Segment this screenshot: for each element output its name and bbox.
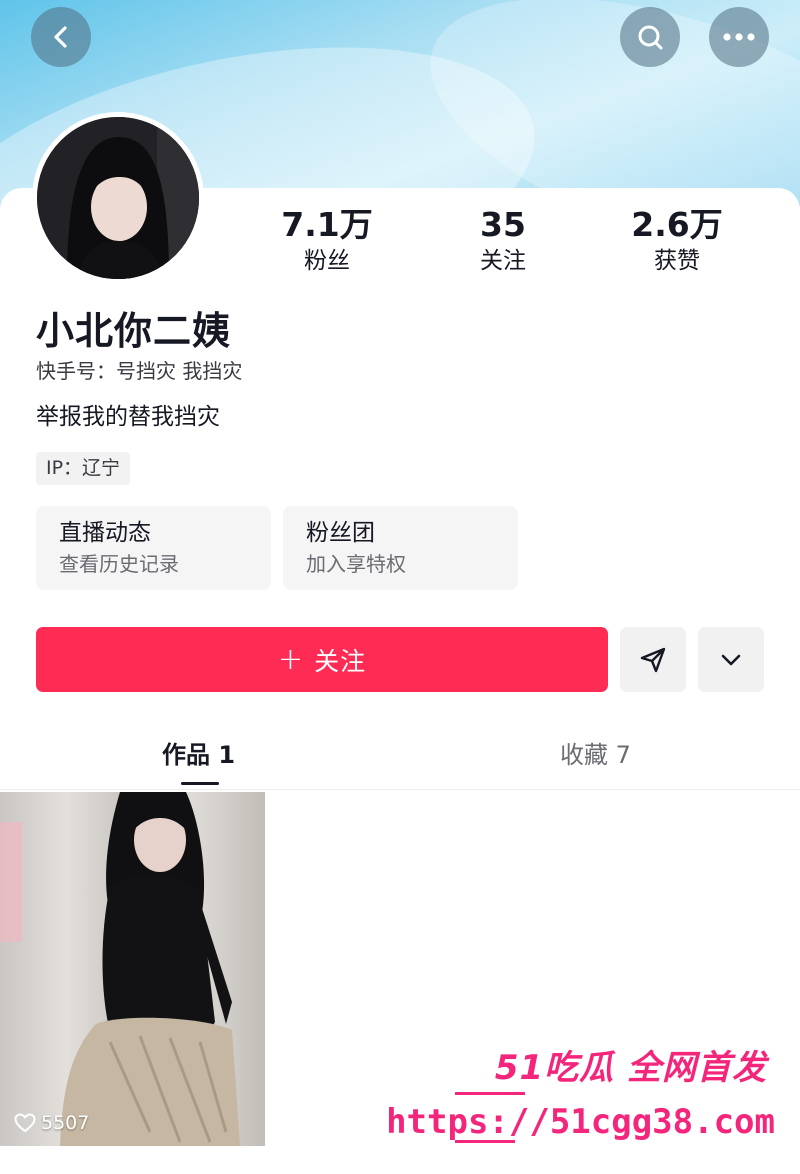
chevron-down-icon bbox=[721, 654, 741, 665]
tab-works[interactable]: 作品 1 bbox=[162, 738, 235, 772]
heart-outline-icon bbox=[14, 1113, 36, 1133]
feature-title: 粉丝团 bbox=[306, 520, 375, 546]
more-dots-icon bbox=[723, 33, 755, 41]
stat-value: 2.6万 bbox=[631, 205, 723, 244]
ip-location-tag: IP：辽宁 bbox=[36, 452, 131, 485]
stat-followers[interactable]: 7.1万 粉丝 bbox=[252, 205, 402, 277]
video-thumbnail[interactable]: 5507 bbox=[0, 792, 265, 1146]
stat-likes[interactable]: 2.6万 获赞 bbox=[602, 205, 752, 277]
stat-label: 关注 bbox=[480, 248, 526, 274]
live-history-card[interactable]: 直播动态 查看历史记录 bbox=[36, 506, 271, 590]
stat-following[interactable]: 35 关注 bbox=[428, 205, 578, 277]
search-button[interactable] bbox=[620, 7, 680, 67]
expand-button[interactable] bbox=[698, 627, 764, 692]
fan-club-card[interactable]: 粉丝团 加入享特权 bbox=[283, 506, 518, 590]
feature-title: 直播动态 bbox=[59, 520, 151, 546]
send-message-button[interactable] bbox=[620, 627, 686, 692]
stat-value: 7.1万 bbox=[281, 205, 373, 244]
follow-button[interactable]: + 关注 bbox=[36, 627, 608, 692]
stat-label: 粉丝 bbox=[304, 248, 350, 274]
watermark: 51吃瓜 全网首发 https://51cgg38.com bbox=[386, 1040, 785, 1150]
send-icon bbox=[640, 647, 666, 672]
stats-row: 7.1万 粉丝 35 关注 2.6万 获赞 bbox=[240, 205, 800, 285]
video-likes: 5507 bbox=[14, 1112, 89, 1134]
profile-bio: 举报我的替我挡灾 bbox=[36, 404, 220, 430]
likes-count: 5507 bbox=[41, 1112, 90, 1134]
chevron-left-icon bbox=[54, 26, 67, 48]
video-preview-image bbox=[0, 792, 240, 1146]
avatar-portrait bbox=[37, 117, 199, 279]
follow-label: 关注 bbox=[314, 646, 367, 676]
account-id[interactable]: 快手号：号挡灾 我挡灾 bbox=[36, 357, 242, 385]
search-icon bbox=[638, 25, 663, 50]
avatar[interactable] bbox=[32, 112, 204, 284]
feature-subtitle: 查看历史记录 bbox=[59, 552, 179, 576]
stat-value: 35 bbox=[480, 205, 526, 244]
watermark-brand: 51吃瓜 全网首发 bbox=[494, 1048, 767, 1088]
active-tab-indicator bbox=[181, 782, 219, 785]
tab-favorites[interactable]: 收藏 7 bbox=[560, 738, 631, 772]
back-button[interactable] bbox=[31, 7, 91, 67]
feature-subtitle: 加入享特权 bbox=[306, 552, 406, 576]
more-button[interactable] bbox=[709, 7, 769, 67]
content-tabs: 作品 1 收藏 7 bbox=[0, 730, 800, 790]
watermark-line bbox=[455, 1092, 525, 1095]
watermark-url: https://51cgg38.com bbox=[386, 1102, 775, 1142]
stat-label: 获赞 bbox=[654, 248, 700, 274]
plus-icon: + bbox=[277, 642, 305, 677]
profile-name: 小北你二姨 bbox=[36, 309, 232, 353]
